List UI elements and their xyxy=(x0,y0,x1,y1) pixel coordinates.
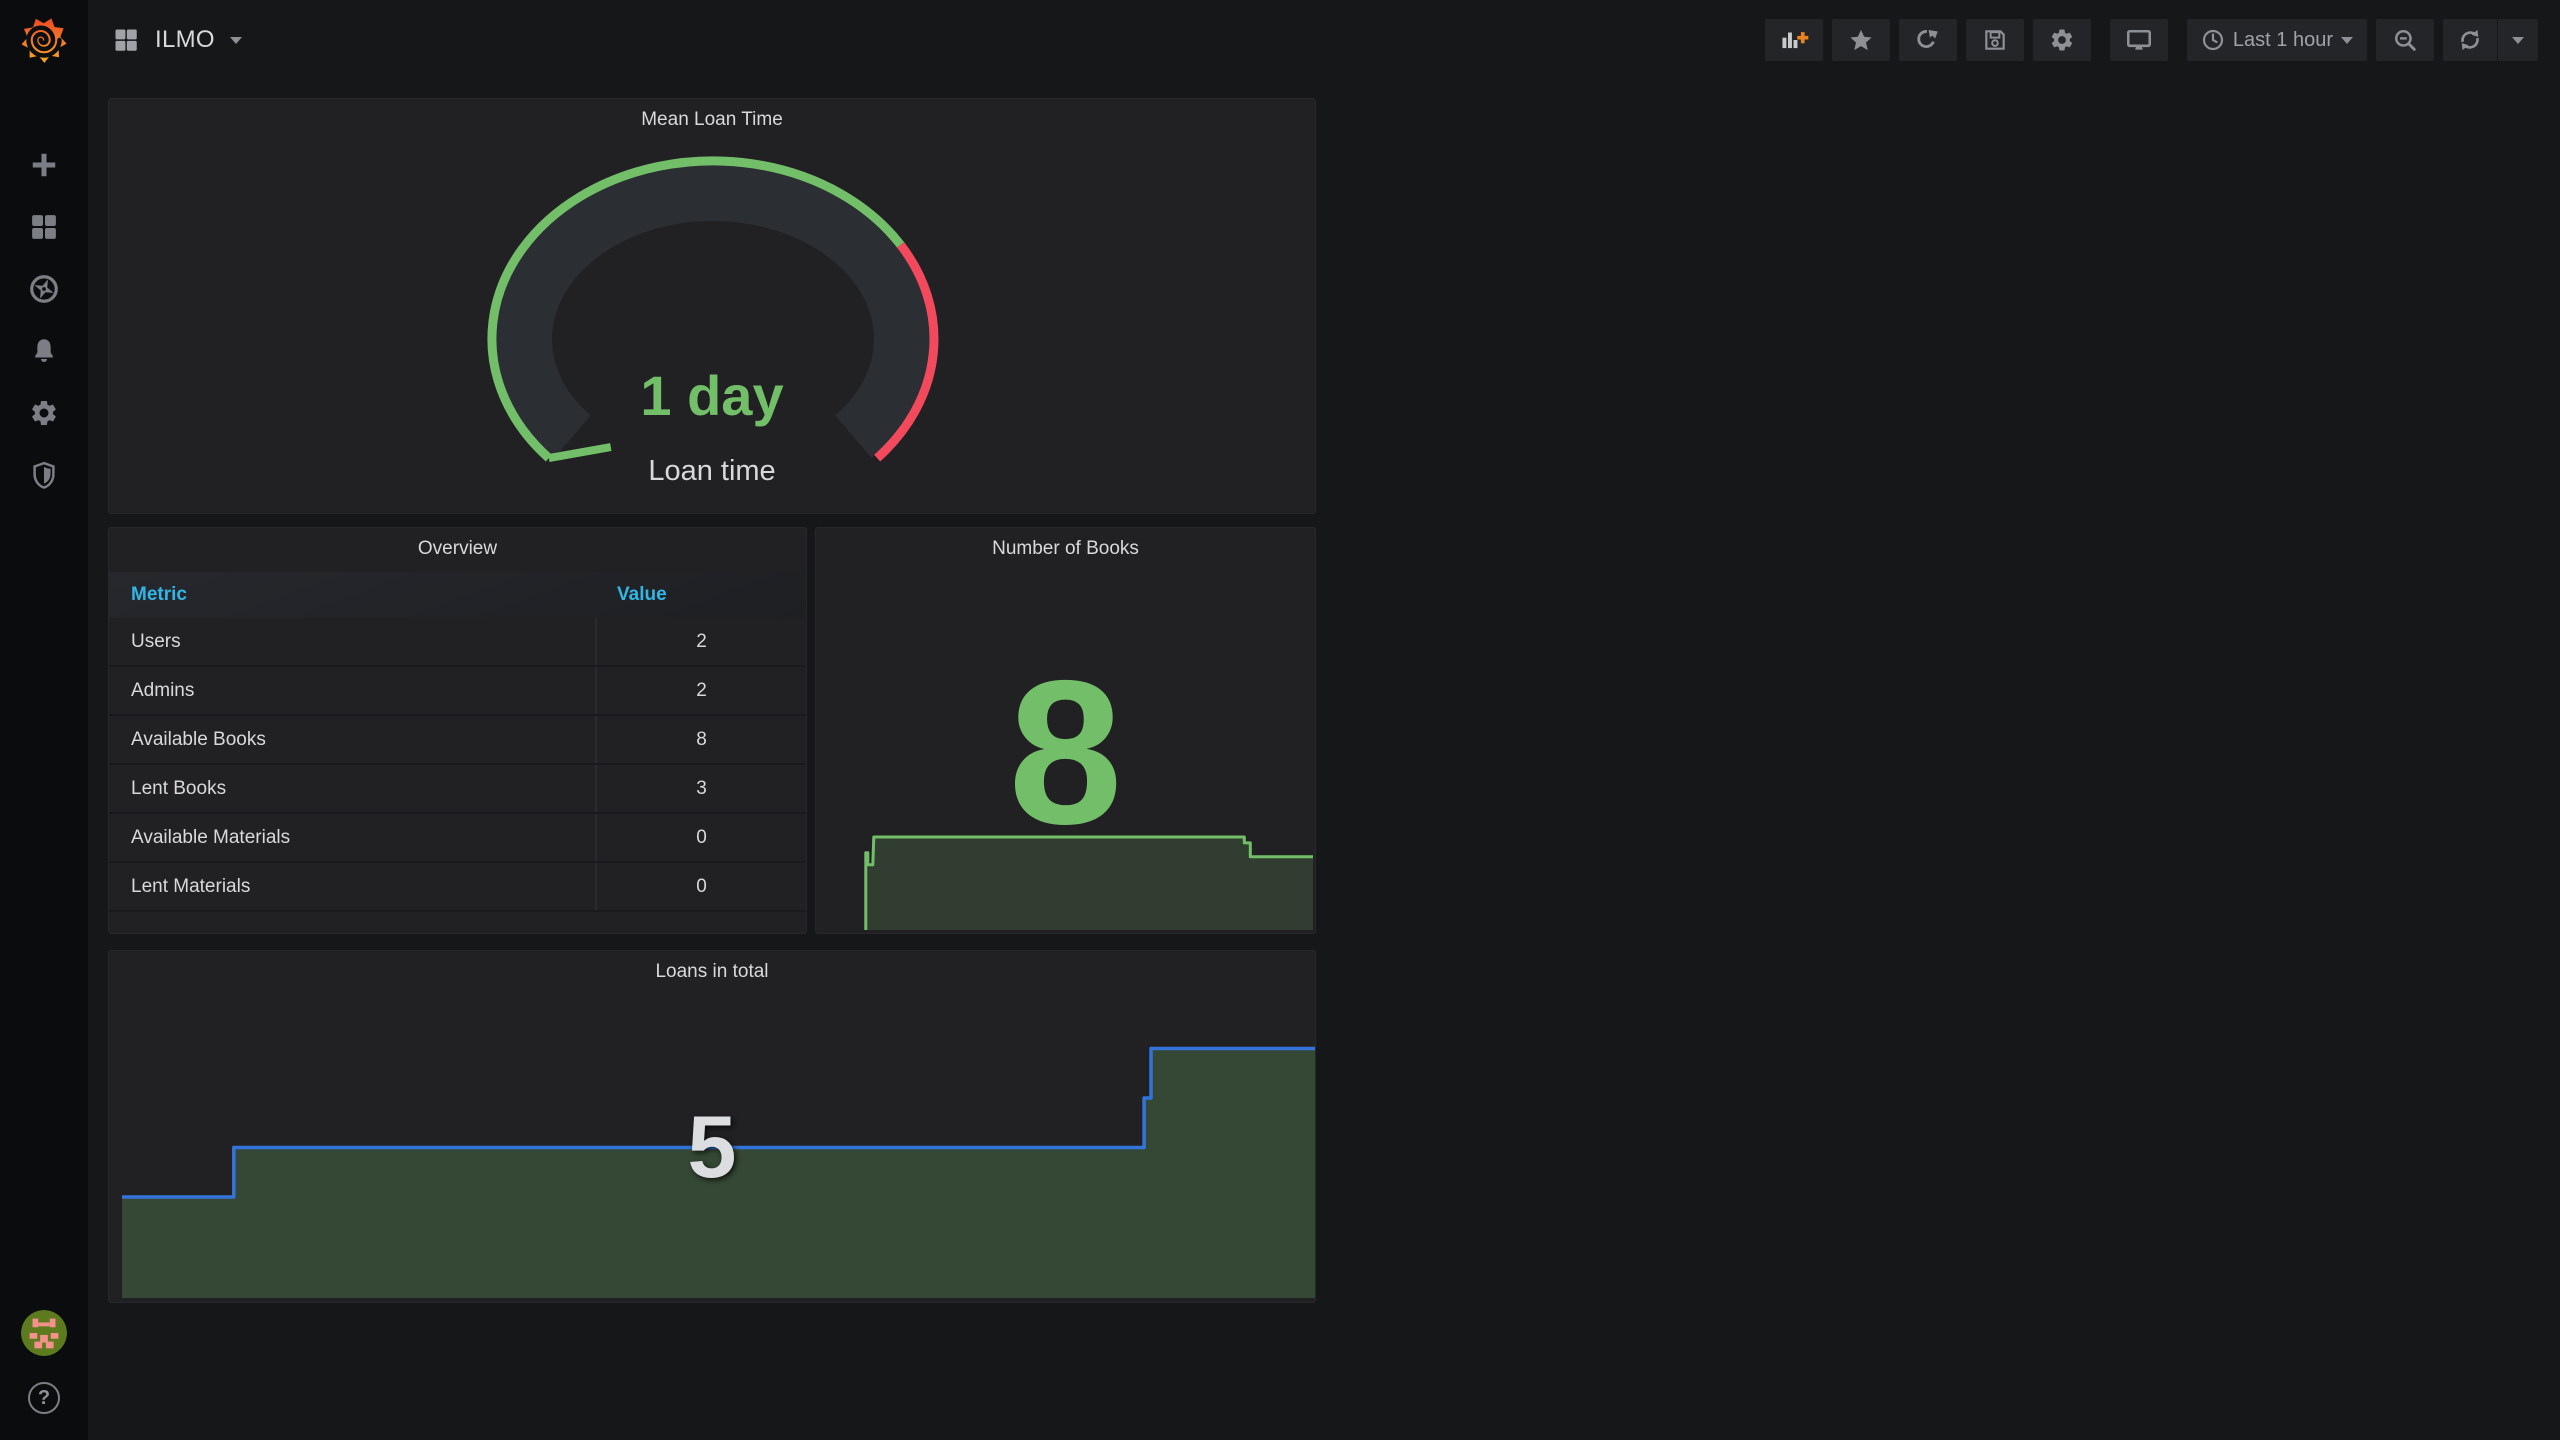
help-label: ? xyxy=(37,1386,51,1409)
bell-icon xyxy=(35,339,53,362)
panel-title[interactable]: Number of Books xyxy=(816,538,1315,560)
overview-table: Metric Value Users 2 Admins 2 Available Book… xyxy=(109,572,806,912)
gauge-value: 1 day xyxy=(640,364,784,427)
sidebar-item-dashboards[interactable] xyxy=(0,196,88,258)
avatar-image xyxy=(21,1310,67,1356)
gauge-metric-label: Loan time xyxy=(648,455,776,487)
compass-icon xyxy=(30,275,58,303)
stat-value-loans: 5 xyxy=(687,1097,737,1196)
chevron-down-icon xyxy=(2512,36,2524,44)
add-panel-icon xyxy=(1782,32,1809,49)
panel-mean-loan-time: Mean Loan Time 1 day Loan time xyxy=(108,98,1316,514)
chevron-down-icon xyxy=(2341,36,2353,44)
favorite-button[interactable] xyxy=(1831,19,1890,61)
sidebar-bottom: ? xyxy=(0,1310,88,1414)
table-row: Users 2 xyxy=(109,618,806,667)
gear-icon xyxy=(32,400,56,426)
panel-title[interactable]: Mean Loan Time xyxy=(109,109,1315,131)
value-cell: 2 xyxy=(595,667,806,714)
shield-icon xyxy=(33,461,55,489)
zoom-out-button[interactable] xyxy=(2376,19,2434,61)
metric-cell: Admins xyxy=(131,679,195,701)
table-row: Lent Books 3 xyxy=(109,765,806,814)
metric-cell: Available Books xyxy=(131,728,266,750)
navbar: ILMO Last 1 hour xyxy=(88,0,2560,80)
table-row: Available Books 8 xyxy=(109,716,806,765)
overview-table-body: Users 2 Admins 2 Available Books 8 Lent Books 3… xyxy=(109,618,806,912)
monitor-icon xyxy=(2126,29,2151,50)
time-picker-button[interactable]: Last 1 hour xyxy=(2186,19,2367,61)
table-row: Available Materials 0 xyxy=(109,814,806,863)
sidebar-nav xyxy=(0,134,88,506)
gear-icon xyxy=(2051,29,2073,51)
value-cell: 8 xyxy=(595,716,806,763)
zoom-out-icon xyxy=(2394,29,2416,51)
dashboard-title: ILMO xyxy=(155,26,215,53)
navbar-actions: Last 1 hour xyxy=(1764,19,2560,61)
refresh-button-group xyxy=(2443,19,2538,61)
value-cell: 0 xyxy=(595,814,806,861)
help-button[interactable]: ? xyxy=(28,1382,60,1414)
table-row: Admins 2 xyxy=(109,667,806,716)
sidebar-item-explore[interactable] xyxy=(0,258,88,320)
dashboard-title-button[interactable]: ILMO xyxy=(88,26,242,54)
share-button[interactable] xyxy=(1898,19,1957,61)
save-button[interactable] xyxy=(1965,19,2024,61)
refresh-icon xyxy=(2461,29,2479,51)
chevron-down-icon xyxy=(229,36,242,44)
value-cell: 3 xyxy=(595,765,806,812)
grafana-logo-icon xyxy=(21,18,67,63)
clock-icon xyxy=(2202,29,2224,51)
metric-cell: Lent Materials xyxy=(131,875,251,897)
cycle-view-mode-button[interactable] xyxy=(2109,19,2168,61)
panel-overview: Overview Metric Value Users 2 Admins 2 Avail… xyxy=(108,527,807,934)
grafana-logo[interactable] xyxy=(0,0,88,80)
stat-value-books: 8 xyxy=(1008,638,1123,867)
sidebar-item-server-admin[interactable] xyxy=(0,444,88,506)
column-header-metric[interactable]: Metric xyxy=(109,584,595,606)
metric-cell: Available Materials xyxy=(131,826,291,848)
table-header-row: Metric Value xyxy=(109,572,806,618)
panel-title[interactable]: Overview xyxy=(109,538,806,560)
dashboard-settings-button[interactable] xyxy=(2032,19,2091,61)
panel-title[interactable]: Loans in total xyxy=(109,961,1315,983)
column-header-value[interactable]: Value xyxy=(595,584,806,606)
refresh-button[interactable] xyxy=(2443,19,2497,61)
panel-loans-in-total: Loans in total 5 xyxy=(108,950,1316,1303)
metric-cell: Users xyxy=(131,630,181,652)
dashboards-grid-icon xyxy=(32,215,56,239)
table-row: Lent Materials 0 xyxy=(109,863,806,912)
sidebar-item-configuration[interactable] xyxy=(0,382,88,444)
sidebar: ? xyxy=(0,0,88,1440)
share-icon xyxy=(1917,30,1938,48)
panel-number-of-books: Number of Books 8 xyxy=(815,527,1316,934)
dashboard-grid-icon xyxy=(115,29,137,51)
value-cell: 2 xyxy=(595,618,806,665)
refresh-interval-button[interactable] xyxy=(2498,19,2538,61)
value-cell: 0 xyxy=(595,863,806,910)
plus-icon xyxy=(32,153,56,177)
time-range-label: Last 1 hour xyxy=(2232,28,2333,51)
sidebar-item-create[interactable] xyxy=(0,134,88,196)
save-icon xyxy=(1985,30,2005,50)
add-panel-button[interactable] xyxy=(1764,19,1823,61)
star-icon xyxy=(1850,29,1872,51)
metric-cell: Lent Books xyxy=(131,777,227,799)
user-avatar[interactable] xyxy=(21,1310,67,1356)
sidebar-item-alerting[interactable] xyxy=(0,320,88,382)
gauge-chart xyxy=(487,156,939,463)
